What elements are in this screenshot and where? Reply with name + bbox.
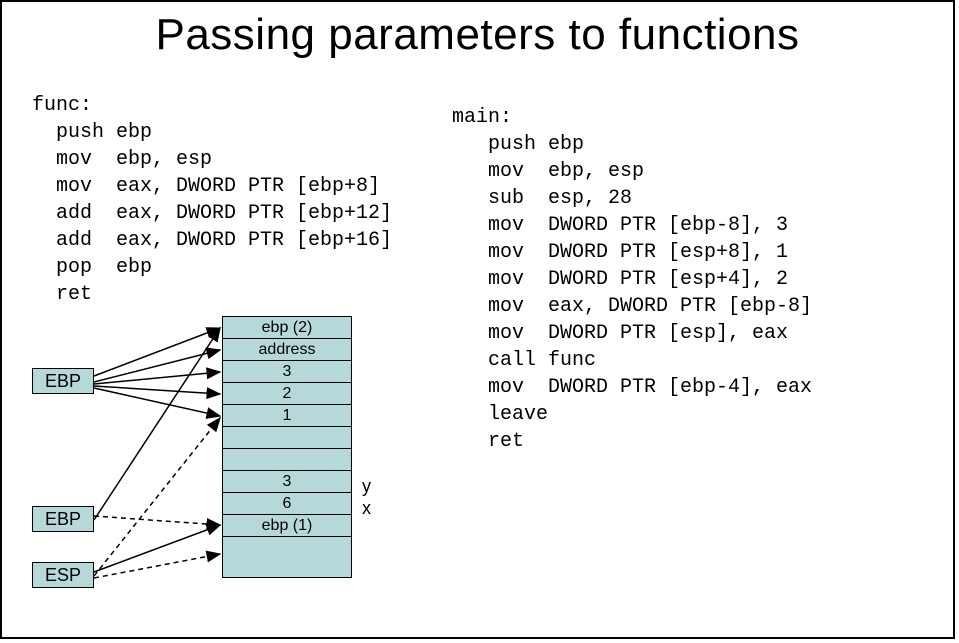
stack-slot-arg3: 3	[223, 361, 351, 383]
slide-title: Passing parameters to functions	[2, 2, 953, 60]
slide: Passing parameters to functions func: pu…	[0, 0, 955, 639]
stack-slot-bottom	[223, 537, 351, 577]
ebp-label-mid: EBP	[32, 506, 94, 532]
stack-slot-x: 6	[223, 493, 351, 515]
stack-diagram: EBP EBP ESP ebp (2) address 3 2 1 3 6 eb…	[32, 310, 432, 630]
ebp-label-top: EBP	[32, 368, 94, 394]
stack-slot-arg2: 2	[223, 383, 351, 405]
stack-slot-ebp2: ebp (2)	[223, 317, 351, 339]
stack-slot-y: 3	[223, 471, 351, 493]
func-code-block: func: push ebp mov ebp, esp mov eax, DWO…	[32, 92, 392, 308]
label-x: x	[362, 498, 371, 519]
stack-slot-ebp1: ebp (1)	[223, 515, 351, 537]
label-y: y	[362, 476, 371, 497]
stack-frame: ebp (2) address 3 2 1 3 6 ebp (1)	[222, 316, 352, 578]
stack-slot-address: address	[223, 339, 351, 361]
main-code-block: main: push ebp mov ebp, esp sub esp, 28 …	[452, 104, 812, 455]
stack-slot-arg1: 1	[223, 405, 351, 427]
stack-slot-empty2	[223, 449, 351, 471]
esp-label: ESP	[32, 562, 94, 588]
stack-slot-empty1	[223, 427, 351, 449]
